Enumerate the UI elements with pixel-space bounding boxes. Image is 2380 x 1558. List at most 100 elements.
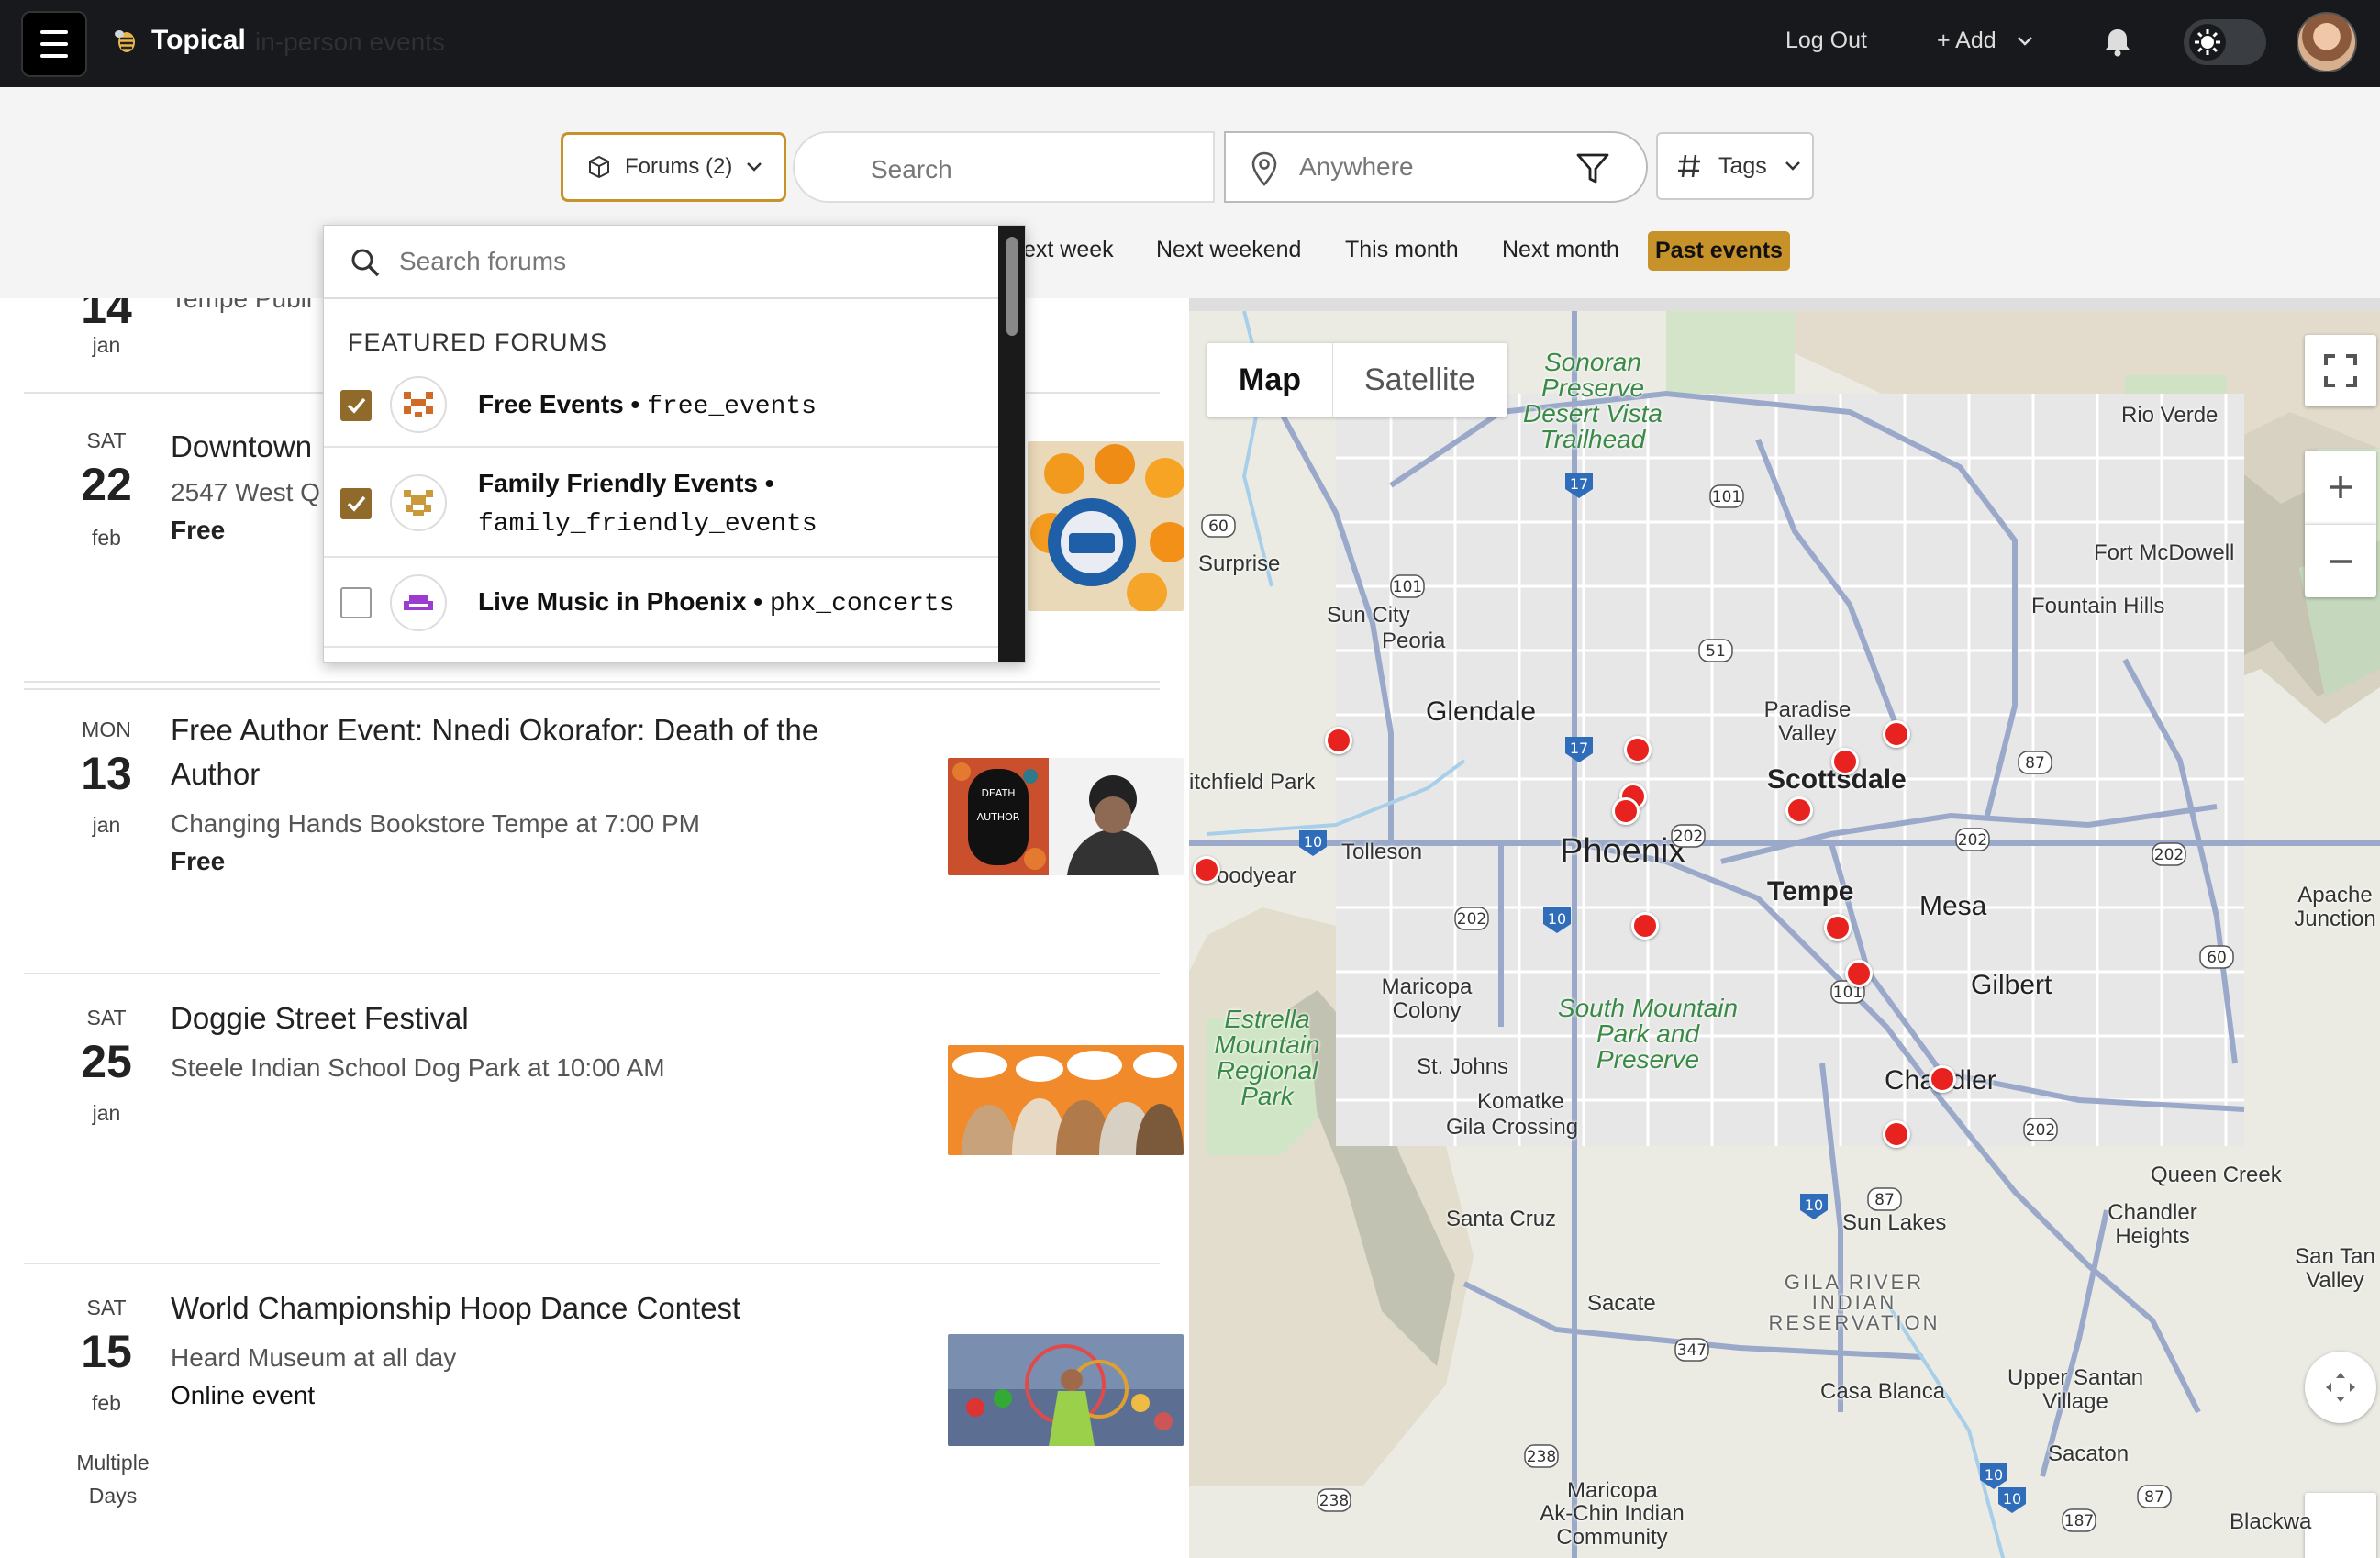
search-input[interactable]: Search <box>793 131 1215 203</box>
event-item[interactable]: SAT 15 feb Multiple Days World Champions… <box>24 1266 1184 1558</box>
top-nav-bar: Topical in-person events Log Out + Add <box>0 0 2380 87</box>
event-title[interactable]: World Championship Hoop Dance Contest <box>171 1286 740 1330</box>
map-type-map-button[interactable]: Map <box>1207 343 1333 417</box>
dropdown-scrollbar[interactable] <box>998 226 1025 662</box>
map-label-goodyear: oodyear <box>1217 863 1296 888</box>
event-day: 25 <box>81 1036 132 1087</box>
event-price: Free <box>171 516 226 544</box>
map-event-pin[interactable] <box>1883 720 1910 748</box>
hamburger-menu-button[interactable] <box>21 11 87 77</box>
event-day: 22 <box>81 459 132 510</box>
forum-search-input[interactable]: Search forums <box>324 226 998 299</box>
quick-filter-next-month[interactable]: Next month <box>1502 237 1619 263</box>
map-label-glendale: Glendale <box>1426 696 1537 727</box>
event-title[interactable]: Free Author Event: Nnedi Okorafor: Death… <box>171 708 886 796</box>
filter-funnel-icon[interactable] <box>1574 151 1611 186</box>
map-event-pin[interactable] <box>1785 796 1813 824</box>
forum-avatar-icon <box>390 474 447 531</box>
map-label-sacate: Sacate <box>1587 1291 1656 1316</box>
map-event-pin[interactable] <box>1845 960 1873 987</box>
quick-filter-next-week[interactable]: ext week <box>1023 237 1114 263</box>
map-event-pin[interactable] <box>1883 1120 1910 1148</box>
event-day: 14 <box>81 298 132 326</box>
quick-filter-this-month[interactable]: This month <box>1345 237 1459 263</box>
search-icon <box>351 249 380 277</box>
forum-name: Family Friendly Events • family_friendly… <box>478 469 817 539</box>
map-event-pin[interactable] <box>1929 1065 1956 1093</box>
event-weekday: SAT <box>86 428 127 452</box>
forum-name: Live Music in Phoenix • phx_concerts <box>478 587 955 618</box>
chevron-down-icon <box>2017 37 2032 47</box>
map-event-pin[interactable] <box>1624 736 1652 763</box>
location-placeholder: Anywhere <box>1299 152 1414 181</box>
svg-text:DEATH: DEATH <box>981 787 1015 799</box>
user-avatar[interactable] <box>2297 12 2357 72</box>
map-label-santa-cruz: Santa Cruz <box>1446 1207 1557 1231</box>
event-month: jan <box>92 1101 121 1125</box>
forum-option-free-events[interactable]: Free Events • free_events <box>324 365 998 448</box>
scrollbar-thumb[interactable] <box>1006 237 1018 336</box>
map-event-pin[interactable] <box>1325 727 1352 754</box>
bell-icon[interactable] <box>2101 26 2134 59</box>
event-image[interactable] <box>1028 441 1184 611</box>
forum-checkbox[interactable] <box>340 587 372 618</box>
event-title[interactable]: Downtown <box>171 425 312 469</box>
brand-name[interactable]: Topical <box>151 25 246 56</box>
camera-pan-control[interactable] <box>2305 1352 2376 1423</box>
map-label-peoria: Peoria <box>1382 629 1446 653</box>
event-item[interactable]: SAT 25 jan Doggie Street Festival Steele… <box>24 976 1184 1264</box>
map-label-sun-lakes: Sun Lakes <box>1842 1210 1947 1235</box>
map-canvas[interactable] <box>1189 311 2380 1558</box>
tags-filter-button[interactable]: Tags <box>1656 132 1814 200</box>
map-label-maricopa: Maricopa <box>1567 1478 1658 1503</box>
quick-filter-next-weekend[interactable]: Next weekend <box>1156 237 1301 263</box>
fullscreen-button[interactable] <box>2305 335 2376 406</box>
theme-toggle[interactable] <box>2184 19 2266 65</box>
map-control-partial[interactable] <box>2305 1493 2376 1558</box>
event-image[interactable] <box>948 1334 1184 1446</box>
checkmark-icon <box>347 397 366 414</box>
event-location: Heard Museum at all day <box>171 1343 457 1372</box>
sun-icon <box>2189 24 2226 61</box>
event-month: feb <box>92 526 121 550</box>
checkmark-icon <box>347 495 366 512</box>
forum-option-family-friendly[interactable]: Family Friendly Events • family_friendly… <box>324 450 998 558</box>
forum-checkbox[interactable] <box>340 488 372 519</box>
map-label-casa-blanca: Casa Blanca <box>1820 1379 1946 1404</box>
event-title[interactable]: Doggie Street Festival <box>171 996 469 1041</box>
forum-option-live-music[interactable]: Live Music in Phoenix • phx_concerts <box>324 560 998 648</box>
map-event-pin[interactable] <box>1193 856 1220 884</box>
hash-icon <box>1678 154 1700 178</box>
map-event-pin[interactable] <box>1824 914 1852 941</box>
forums-filter-button[interactable]: Forums (2) <box>561 132 786 202</box>
map-type-control: Map Satellite <box>1207 343 1507 417</box>
event-item[interactable]: MON 13 jan Free Author Event: Nnedi Okor… <box>24 684 1184 974</box>
map-event-pin[interactable] <box>1831 748 1859 775</box>
map-event-pin[interactable] <box>1612 797 1640 825</box>
event-day: 13 <box>81 748 132 799</box>
map-label-gila-river: GILA RIVER INDIAN RESERVATION <box>1768 1271 1941 1334</box>
featured-forums-header: FEATURED FORUMS <box>348 328 607 356</box>
event-duration: Multiple Days <box>76 1451 150 1508</box>
map-event-pin[interactable] <box>1631 912 1659 940</box>
pan-arrows-icon <box>2326 1373 2355 1402</box>
forum-search-placeholder: Search forums <box>399 247 567 275</box>
forum-avatar-icon <box>390 376 447 433</box>
forum-checkbox[interactable] <box>340 390 372 421</box>
events-map[interactable]: Map Satellite Sonoran Preserve Desert Vi… <box>1189 298 2380 1558</box>
map-label-estrella: Estrella Mountain Regional Park <box>1214 1005 1320 1110</box>
add-menu-button[interactable]: + Add <box>1937 28 2034 54</box>
event-image[interactable]: DEATH AUTHOR <box>948 758 1184 875</box>
location-pin-icon <box>1251 151 1277 186</box>
map-label-fountain-hills: Fountain Hills <box>2031 594 2165 618</box>
location-input[interactable]: Anywhere <box>1224 131 1648 203</box>
zoom-in-button[interactable] <box>2305 451 2376 524</box>
logout-link[interactable]: Log Out <box>1785 28 1867 54</box>
map-type-satellite-button[interactable]: Satellite <box>1333 343 1507 417</box>
event-day: 15 <box>81 1326 132 1377</box>
event-image[interactable] <box>948 1045 1184 1155</box>
zoom-out-button[interactable] <box>2305 524 2376 597</box>
cube-icon <box>589 155 609 179</box>
forums-filter-label: Forums (2) <box>625 154 733 179</box>
quick-filter-past-events[interactable]: Past events <box>1648 231 1790 271</box>
